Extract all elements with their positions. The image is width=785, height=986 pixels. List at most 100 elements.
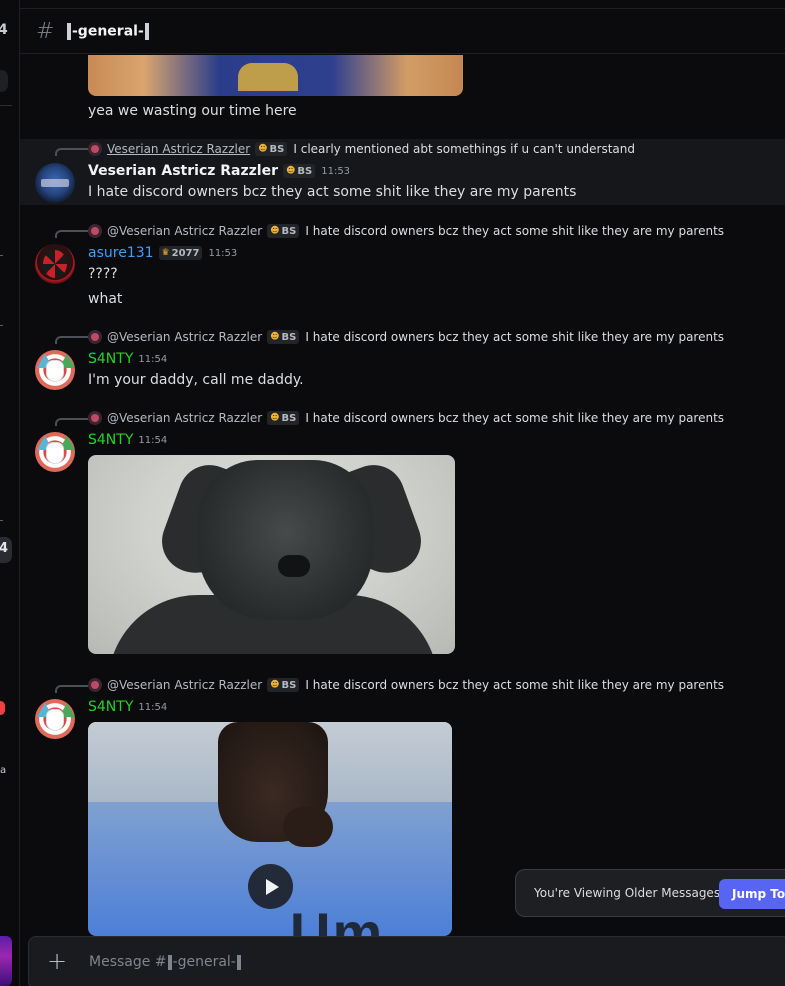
channel-name: -general- — [72, 23, 144, 39]
message-image[interactable] — [88, 55, 463, 96]
reply-author[interactable]: @Veserian Astricz Razzler — [107, 411, 262, 425]
video-caption: Um — [290, 901, 385, 936]
rail-glyph-mid: 4 — [0, 541, 9, 556]
reply-tag: ☻ BS — [267, 224, 300, 238]
author-name[interactable]: S4NTY — [88, 432, 133, 448]
rail-divider — [0, 105, 12, 106]
placeholder-channel: -general- — [172, 954, 236, 970]
tag-skull-icon: ☻ — [270, 413, 280, 423]
reply-preview[interactable]: Veserian Astricz Razzler ☻ BS I clearly m… — [88, 141, 635, 157]
message-text: I hate discord owners bcz they act some … — [88, 184, 577, 200]
rail-glyph-top[interactable]: 4 — [0, 22, 8, 38]
author-name[interactable]: asure131 — [88, 245, 154, 261]
message-item: @Veserian Astricz Razzler ☻ BS I hate dis… — [20, 321, 785, 393]
hash-icon: # — [36, 18, 55, 44]
reply-tag: ☻ BS — [267, 411, 300, 425]
rail-selected-server[interactable]: 4 — [0, 537, 12, 563]
rail-tick — [0, 325, 3, 326]
author-name[interactable]: Veserian Astricz Razzler — [88, 163, 278, 179]
author-tag: ♛ 2077 — [158, 246, 203, 260]
message-item: @Veserian Astricz Razzler ☻ BS I hate dis… — [20, 403, 785, 659]
message-text: yea we wasting our time here — [88, 103, 297, 119]
tag-crown-icon: ♛ — [161, 248, 170, 258]
message-composer[interactable]: + Message # -general- — [28, 936, 785, 986]
avatar-face — [46, 360, 64, 382]
message-text: ???? — [88, 266, 118, 282]
reply-preview[interactable]: @Veserian Astricz Razzler ☻ BS I hate dis… — [88, 329, 724, 345]
reply-avatar-icon — [88, 678, 102, 692]
reply-text: I hate discord owners bcz they act some … — [305, 224, 725, 238]
tag-skull-icon: ☻ — [270, 332, 280, 342]
image-dog-head — [198, 460, 373, 620]
reply-avatar-icon — [88, 224, 102, 238]
reply-avatar-icon — [88, 330, 102, 344]
timestamp: 11:54 — [138, 353, 168, 365]
reply-text: I hate discord owners bcz they act some … — [305, 330, 725, 344]
placeholder-prefix: Message # — [89, 954, 167, 970]
reply-tag-text: BS — [281, 679, 297, 691]
reply-spine — [55, 230, 88, 238]
reply-tag-text: BS — [269, 143, 285, 155]
avatar-face — [46, 709, 64, 731]
message-video[interactable]: Um — [88, 722, 452, 936]
placeholder-bar-left — [167, 954, 172, 970]
message-header: S4NTY 11:54 — [88, 432, 167, 448]
reply-avatar-icon — [88, 142, 102, 156]
author-name[interactable]: S4NTY — [88, 699, 133, 715]
reply-tag-text: BS — [281, 331, 297, 343]
server-rail: 4 4 a — [0, 0, 20, 986]
reply-author[interactable]: @Veserian Astricz Razzler — [107, 330, 262, 344]
placeholder-bar-right — [236, 954, 241, 970]
channel-title-bar-left — [67, 22, 71, 40]
rail-notification-badge — [0, 701, 5, 715]
composer-placeholder[interactable]: Message # -general- — [89, 954, 242, 970]
reply-author[interactable]: @Veserian Astricz Razzler — [107, 224, 262, 238]
play-icon[interactable] — [248, 864, 293, 909]
reply-spine — [55, 336, 88, 344]
reply-author[interactable]: @Veserian Astricz Razzler — [107, 678, 262, 692]
avatar-emblem — [43, 250, 67, 278]
jump-to-present-button[interactable]: Jump To Present — [719, 879, 785, 909]
reply-tag-text: BS — [281, 225, 297, 237]
author-name[interactable]: S4NTY — [88, 351, 133, 367]
reply-text: I hate discord owners bcz they act some … — [305, 411, 725, 425]
author-tag-text: BS — [297, 165, 313, 177]
rail-tick — [0, 520, 3, 521]
message-item: @Veserian Astricz Razzler ☻ BS I hate dis… — [20, 215, 785, 315]
avatar[interactable] — [35, 699, 75, 739]
tag-skull-icon: ☻ — [270, 680, 280, 690]
channel-title: -general- — [66, 22, 150, 40]
message-item-highlighted: Veserian Astricz Razzler ☻ BS I clearly m… — [20, 139, 785, 205]
message-header: asure131 ♛ 2077 11:53 — [88, 245, 237, 261]
message-image[interactable] — [88, 455, 455, 654]
rail-guild-icon[interactable] — [0, 936, 12, 986]
avatar-crest — [41, 179, 69, 187]
timestamp: 11:54 — [138, 434, 168, 446]
avatar[interactable] — [35, 163, 75, 203]
image-dog-nose — [278, 555, 310, 577]
channel-header: # -general- — [20, 8, 785, 54]
tag-skull-icon: ☻ — [270, 226, 280, 236]
plus-icon[interactable]: + — [45, 949, 69, 974]
reply-preview[interactable]: @Veserian Astricz Razzler ☻ BS I hate dis… — [88, 410, 724, 426]
reply-tag: ☻ BS — [267, 678, 300, 692]
rail-letter: a — [0, 765, 7, 776]
reply-spine — [55, 685, 88, 693]
timestamp: 11:54 — [138, 701, 168, 713]
author-tag-text: 2077 — [171, 247, 200, 259]
avatar[interactable] — [35, 432, 75, 472]
rail-tick — [0, 255, 3, 256]
message-item: yea we wasting our time here — [20, 55, 785, 135]
reply-text: I clearly mentioned abt somethings if u … — [293, 142, 635, 156]
avatar-face — [46, 442, 64, 464]
reply-text: I hate discord owners bcz they act some … — [305, 678, 725, 692]
message-feed[interactable]: yea we wasting our time here Veserian As… — [20, 55, 785, 936]
tag-skull-icon: ☻ — [286, 166, 296, 176]
reply-author[interactable]: Veserian Astricz Razzler — [107, 142, 250, 156]
avatar[interactable] — [35, 244, 75, 284]
avatar[interactable] — [35, 350, 75, 390]
reply-preview[interactable]: @Veserian Astricz Razzler ☻ BS I hate dis… — [88, 223, 724, 239]
reply-preview[interactable]: @Veserian Astricz Razzler ☻ BS I hate dis… — [88, 677, 724, 693]
reply-tag: ☻ BS — [267, 330, 300, 344]
rail-server-pill[interactable] — [0, 70, 8, 92]
